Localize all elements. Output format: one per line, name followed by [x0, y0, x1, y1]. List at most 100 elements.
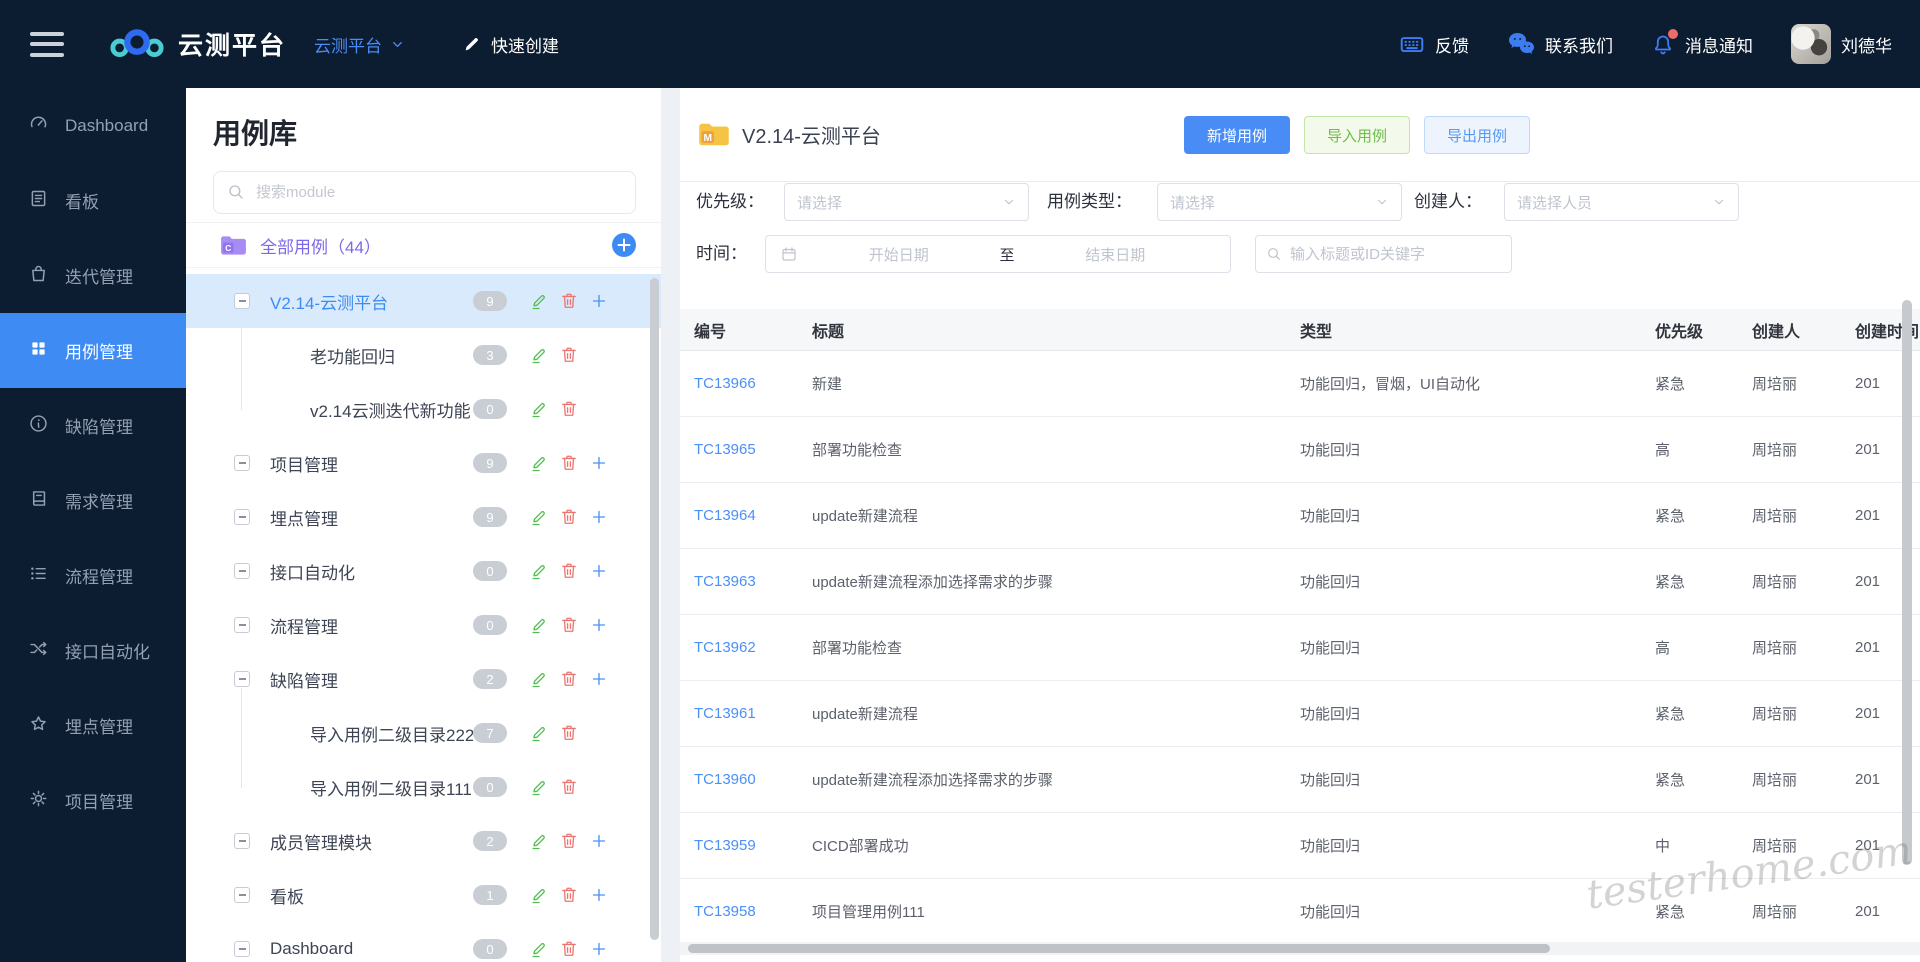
add-child-icon[interactable]	[589, 615, 609, 635]
notifications-button[interactable]: 消息通知	[1651, 29, 1753, 57]
date-end-placeholder[interactable]: 结束日期	[1015, 244, 1217, 265]
tree-node[interactable]: 导入用例二级目录111 0	[186, 760, 661, 814]
tree-node[interactable]: 成员管理模块 2	[186, 814, 661, 868]
add-child-icon[interactable]	[589, 453, 609, 473]
sidebar-item[interactable]: 项目管理	[0, 763, 186, 838]
date-range-picker[interactable]: 开始日期 至 结束日期	[765, 235, 1231, 273]
edit-icon[interactable]	[529, 885, 549, 905]
sidebar-item[interactable]: 用例管理	[0, 313, 186, 388]
table-row[interactable]: TC13965 部署功能检查 功能回归 高 周培丽 201	[680, 417, 1920, 483]
main-vertical-scrollbar[interactable]	[1902, 300, 1912, 865]
edit-icon[interactable]	[529, 507, 549, 527]
edit-icon[interactable]	[529, 777, 549, 797]
table-row[interactable]: TC13964 update新建流程 功能回归 紧急 周培丽 201	[680, 483, 1920, 549]
tree-node[interactable]: 接口自动化 0	[186, 544, 661, 598]
priority-select[interactable]: 请选择	[784, 183, 1029, 221]
collapse-toggle-icon[interactable]	[234, 293, 250, 309]
table-row[interactable]: TC13960 update新建流程添加选择需求的步骤 功能回归 紧急 周培丽 …	[680, 747, 1920, 813]
collapse-toggle-icon[interactable]	[234, 941, 250, 957]
delete-icon[interactable]	[559, 723, 579, 743]
edit-icon[interactable]	[529, 939, 549, 959]
sidebar-item[interactable]: 流程管理	[0, 538, 186, 613]
case-id-link[interactable]: TC13964	[694, 507, 812, 524]
delete-icon[interactable]	[559, 831, 579, 851]
keyword-search-input[interactable]	[1290, 245, 1501, 263]
tree-node[interactable]: 导入用例二级目录222 7	[186, 706, 661, 760]
user-menu[interactable]: 刘德华	[1791, 24, 1892, 64]
contact-us-button[interactable]: 联系我们	[1507, 31, 1613, 57]
edit-icon[interactable]	[529, 831, 549, 851]
date-start-placeholder[interactable]: 开始日期	[798, 244, 1000, 265]
add-child-icon[interactable]	[589, 669, 609, 689]
collapse-toggle-icon[interactable]	[234, 671, 250, 687]
sidebar-item[interactable]: 看板	[0, 163, 186, 238]
add-child-icon[interactable]	[589, 831, 609, 851]
tree-node[interactable]: 埋点管理 9	[186, 490, 661, 544]
add-child-icon[interactable]	[589, 885, 609, 905]
delete-icon[interactable]	[559, 615, 579, 635]
tree-node-label[interactable]: 成员管理模块	[270, 829, 372, 854]
case-id-link[interactable]: TC13959	[694, 837, 812, 854]
edit-icon[interactable]	[529, 615, 549, 635]
edit-icon[interactable]	[529, 669, 549, 689]
quick-create-button[interactable]: 快速创建	[463, 32, 559, 57]
delete-icon[interactable]	[559, 399, 579, 419]
table-row[interactable]: TC13958 项目管理用例111 功能回归 紧急 周培丽 201	[680, 879, 1920, 945]
edit-icon[interactable]	[529, 399, 549, 419]
case-id-link[interactable]: TC13966	[694, 375, 812, 392]
tree-node[interactable]: V2.14-云测平台 9	[186, 274, 661, 328]
tree-node[interactable]: 看板 1	[186, 868, 661, 922]
edit-icon[interactable]	[529, 291, 549, 311]
delete-icon[interactable]	[559, 291, 579, 311]
add-child-icon[interactable]	[589, 507, 609, 527]
sidebar-item[interactable]: 迭代管理	[0, 238, 186, 313]
tree-node-label[interactable]: v2.14云测迭代新功能	[310, 397, 471, 422]
tree-node[interactable]: Dashboard 0	[186, 922, 661, 962]
hamburger-menu-icon[interactable]	[30, 31, 64, 57]
delete-icon[interactable]	[559, 507, 579, 527]
tree-node-label[interactable]: 项目管理	[270, 451, 338, 476]
tree-node-label[interactable]: 老功能回归	[310, 343, 395, 368]
case-id-link[interactable]: TC13965	[694, 441, 812, 458]
table-row[interactable]: TC13959 CICD部署成功 功能回归 中 周培丽 201	[680, 813, 1920, 879]
tree-node-label[interactable]: 接口自动化	[270, 559, 355, 584]
feedback-button[interactable]: 反馈	[1399, 31, 1469, 57]
delete-icon[interactable]	[559, 453, 579, 473]
collapse-toggle-icon[interactable]	[234, 509, 250, 525]
sidebar-item[interactable]: 埋点管理	[0, 688, 186, 763]
add-case-button[interactable]: 新增用例	[1184, 116, 1290, 154]
sidebar-item[interactable]: 缺陷管理	[0, 388, 186, 463]
table-row[interactable]: TC13963 update新建流程添加选择需求的步骤 功能回归 紧急 周培丽 …	[680, 549, 1920, 615]
case-type-select[interactable]: 请选择	[1157, 183, 1402, 221]
case-id-link[interactable]: TC13962	[694, 639, 812, 656]
add-child-icon[interactable]	[589, 291, 609, 311]
delete-icon[interactable]	[559, 885, 579, 905]
tree-node[interactable]: 项目管理 9	[186, 436, 661, 490]
delete-icon[interactable]	[559, 939, 579, 959]
case-id-link[interactable]: TC13958	[694, 903, 812, 920]
import-case-button[interactable]: 导入用例	[1304, 116, 1410, 154]
collapse-toggle-icon[interactable]	[234, 617, 250, 633]
tree-node-label[interactable]: 导入用例二级目录111	[310, 775, 472, 800]
delete-icon[interactable]	[559, 345, 579, 365]
tree-node[interactable]: 老功能回归 3	[186, 328, 661, 382]
sidebar-item[interactable]: 需求管理	[0, 463, 186, 538]
creator-select[interactable]: 请选择人员	[1504, 183, 1739, 221]
collapse-toggle-icon[interactable]	[234, 563, 250, 579]
tree-scrollbar[interactable]	[650, 278, 659, 940]
edit-icon[interactable]	[529, 453, 549, 473]
delete-icon[interactable]	[559, 777, 579, 797]
tree-node[interactable]: 缺陷管理 2	[186, 652, 661, 706]
case-id-link[interactable]: TC13961	[694, 705, 812, 722]
sidebar-item[interactable]: Dashboard	[0, 88, 186, 163]
tree-node-label[interactable]: 导入用例二级目录222	[310, 721, 473, 746]
tree-node[interactable]: v2.14云测迭代新功能 0	[186, 382, 661, 436]
horizontal-scrollbar-thumb[interactable]	[688, 944, 1550, 953]
add-module-icon[interactable]	[611, 232, 637, 258]
module-search-input[interactable]	[213, 171, 636, 214]
collapse-toggle-icon[interactable]	[234, 455, 250, 471]
table-row[interactable]: TC13966 新建 功能回归，冒烟，UI自动化 紧急 周培丽 201	[680, 351, 1920, 417]
avatar[interactable]	[1791, 24, 1831, 64]
tree-node-label[interactable]: 看板	[270, 883, 304, 908]
case-id-link[interactable]: TC13960	[694, 771, 812, 788]
